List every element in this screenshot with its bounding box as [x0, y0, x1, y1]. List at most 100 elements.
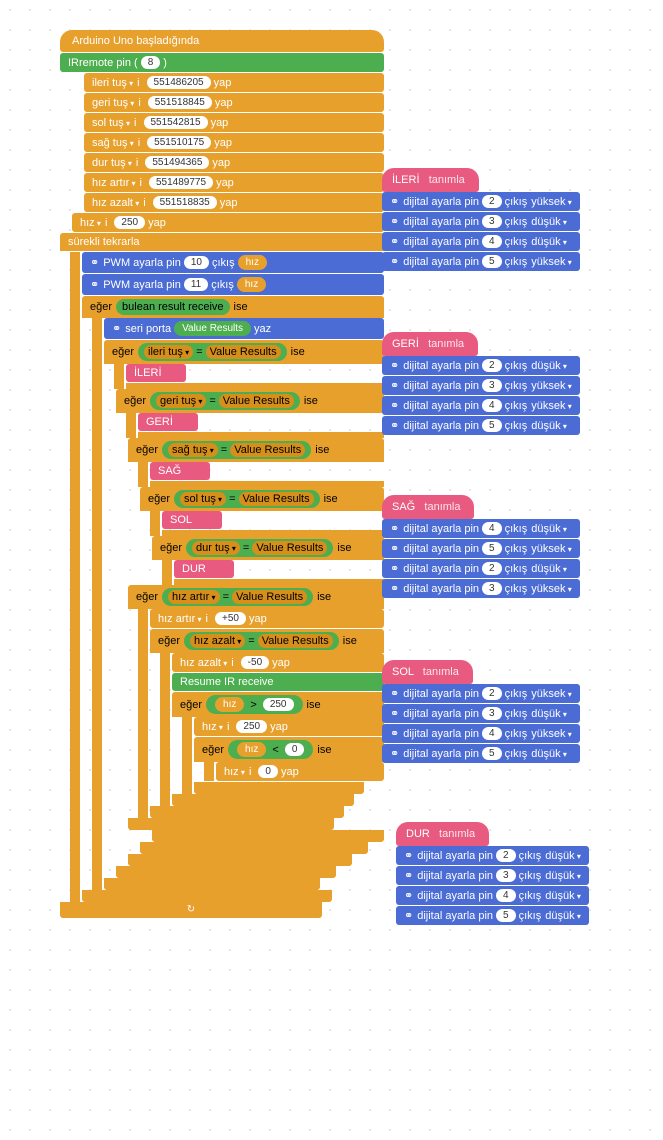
pin-num[interactable]: 4 [482, 235, 502, 248]
digital-pin-block[interactable]: ⚭dijital ayarla pin4çıkış yüksek [382, 396, 580, 415]
pin-num[interactable]: 5 [482, 419, 502, 432]
if-check[interactable]: eğer sol tuş = Value Results ise [140, 487, 384, 511]
level-dropdown[interactable]: düşük [545, 850, 581, 862]
set-limit-lo[interactable]: hız i 0 yap [216, 762, 384, 781]
check-cond[interactable]: dur tuş = Value Results [186, 539, 333, 557]
define-hat[interactable]: GERİ tanımla [382, 332, 478, 356]
digital-pin-block[interactable]: ⚭dijital ayarla pin2çıkış düşük [382, 559, 580, 578]
pin-num[interactable]: 3 [482, 707, 502, 720]
digital-pin-block[interactable]: ⚭dijital ayarla pin5çıkış düşük [382, 416, 580, 435]
digital-pin-block[interactable]: ⚭dijital ayarla pin3çıkış düşük [382, 212, 580, 231]
if-limit-lo[interactable]: eğer hız < 0 ise [194, 737, 384, 762]
pin-num[interactable]: 3 [482, 215, 502, 228]
call-block[interactable]: GERİ [138, 413, 198, 431]
irremote-pin[interactable]: 8 [141, 56, 161, 69]
check-cond[interactable]: ileri tuş = Value Results [138, 343, 287, 361]
pin-num[interactable]: 4 [482, 399, 502, 412]
if-limit-hi[interactable]: eğer hız > 250 ise [172, 692, 384, 717]
level-dropdown[interactable]: yüksek [531, 543, 572, 555]
setvar-block[interactable]: geri tuş i551518845yap [84, 93, 384, 112]
setvar-block[interactable]: ileri tuş i551486205yap [84, 73, 384, 92]
check-vr[interactable]: Value Results [243, 493, 310, 505]
pin-num[interactable]: 4 [482, 727, 502, 740]
pin-num[interactable]: 5 [482, 542, 502, 555]
set-hizazalt[interactable]: hız azalt i -50 yap [172, 653, 384, 672]
digital-pin-block[interactable]: ⚭dijital ayarla pin2çıkış düşük [396, 846, 589, 865]
if-check[interactable]: eğer dur tuş = Value Results ise [152, 536, 384, 560]
check-var[interactable]: ileri tuş [148, 346, 189, 358]
level-dropdown[interactable]: düşük [531, 236, 567, 248]
setvar-block[interactable]: dur tuş i551494365yap [84, 153, 384, 172]
check-var[interactable]: dur tuş [196, 542, 236, 554]
digital-pin-block[interactable]: ⚭dijital ayarla pin4çıkış yüksek [382, 724, 580, 743]
pin-num[interactable]: 5 [496, 909, 516, 922]
if-check[interactable]: eğer geri tuş = Value Results ise [116, 389, 384, 413]
var-name[interactable]: sağ tuş [92, 137, 134, 149]
call-block[interactable]: SAĞ [150, 462, 210, 480]
call-block[interactable]: İLERİ [126, 364, 186, 382]
if-hizazalt[interactable]: eğer hız azalt = Value Results ise [150, 629, 384, 653]
if-check[interactable]: eğer sağ tuş = Value Results ise [128, 438, 384, 462]
pin-num[interactable]: 2 [482, 195, 502, 208]
define-hat[interactable]: İLERİ tanımla [382, 168, 479, 192]
level-dropdown[interactable]: yüksek [531, 688, 572, 700]
setvar-block[interactable]: hız azalt i551518835yap [84, 193, 384, 212]
var-value[interactable]: 551510175 [147, 136, 211, 149]
var-value[interactable]: 551486205 [147, 76, 211, 89]
set-var[interactable]: hız artır [158, 613, 202, 625]
level-dropdown[interactable]: yüksek [531, 728, 572, 740]
set-hizartir[interactable]: hız artır i +50 yap [150, 609, 384, 628]
var-name[interactable]: hız [80, 217, 101, 229]
var-value[interactable]: 551494365 [145, 156, 209, 169]
level-dropdown[interactable]: düşük [531, 708, 567, 720]
setvar-block[interactable]: hız artır i551489775yap [84, 173, 384, 192]
level-dropdown[interactable]: düşük [545, 870, 581, 882]
level-dropdown[interactable]: düşük [531, 216, 567, 228]
pin-num[interactable]: 2 [482, 687, 502, 700]
var-name[interactable]: geri tuş [92, 97, 134, 109]
var-name[interactable]: ileri tuş [92, 77, 133, 89]
pin-num[interactable]: 4 [482, 522, 502, 535]
digital-pin-block[interactable]: ⚭dijital ayarla pin4çıkış düşük [382, 232, 580, 251]
if-bulean[interactable]: eğer bulean result receive ise [82, 296, 384, 318]
pin-num[interactable]: 4 [496, 889, 516, 902]
var-value[interactable]: 250 [114, 216, 145, 229]
level-dropdown[interactable]: düşük [531, 420, 567, 432]
check-cond[interactable]: sağ tuş = Value Results [162, 441, 311, 459]
set-limit-hi[interactable]: hız i 250 yap [194, 717, 384, 736]
level-dropdown[interactable]: yüksek [531, 583, 572, 595]
call-block[interactable]: DUR [174, 560, 234, 578]
hizartir-var[interactable]: hız artır [172, 591, 216, 603]
pin-num[interactable]: 2 [496, 849, 516, 862]
if-hizartir[interactable]: eğer hız artır = Value Results ise [128, 585, 384, 609]
digital-pin-block[interactable]: ⚭dijital ayarla pin2çıkış düşük [382, 356, 580, 375]
digital-pin-block[interactable]: ⚭dijital ayarla pin2çıkış yüksek [382, 192, 580, 211]
pin-num[interactable]: 3 [482, 379, 502, 392]
level-dropdown[interactable]: yüksek [531, 380, 572, 392]
set-var[interactable]: hız [224, 766, 245, 778]
irremote-block[interactable]: IRremote pin ( 8 ) [60, 53, 384, 72]
pwm-block[interactable]: ⚭PWM ayarla pin10çıkışhız [82, 252, 384, 273]
digital-pin-block[interactable]: ⚭dijital ayarla pin5çıkış yüksek [382, 252, 580, 271]
hizazalt-vr[interactable]: Value Results [262, 635, 329, 647]
define-hat[interactable]: SOL tanımla [382, 660, 473, 684]
pin-num[interactable]: 3 [482, 582, 502, 595]
check-cond[interactable]: geri tuş = Value Results [150, 392, 300, 410]
pin-num[interactable]: 2 [482, 359, 502, 372]
hizazalt-var[interactable]: hız azalt [194, 635, 241, 647]
setvar-block[interactable]: sağ tuş i551510175yap [84, 133, 384, 152]
pwm-pin[interactable]: 11 [184, 278, 208, 291]
limit-lo-val[interactable]: 0 [285, 743, 305, 756]
call-block[interactable]: SOL [162, 511, 222, 529]
level-dropdown[interactable]: yüksek [531, 256, 572, 268]
pwm-var[interactable]: hız [238, 255, 267, 270]
set-var[interactable]: hız azalt [180, 657, 227, 669]
pin-num[interactable]: 5 [482, 747, 502, 760]
check-var[interactable]: geri tuş [160, 395, 202, 407]
set-val[interactable]: +50 [215, 612, 246, 625]
set-val[interactable]: -50 [241, 656, 269, 669]
hizartir-cond[interactable]: hız artır = Value Results [162, 588, 313, 606]
hizartir-vr[interactable]: Value Results [236, 591, 303, 603]
level-dropdown[interactable]: düşük [545, 910, 581, 922]
pin-num[interactable]: 5 [482, 255, 502, 268]
